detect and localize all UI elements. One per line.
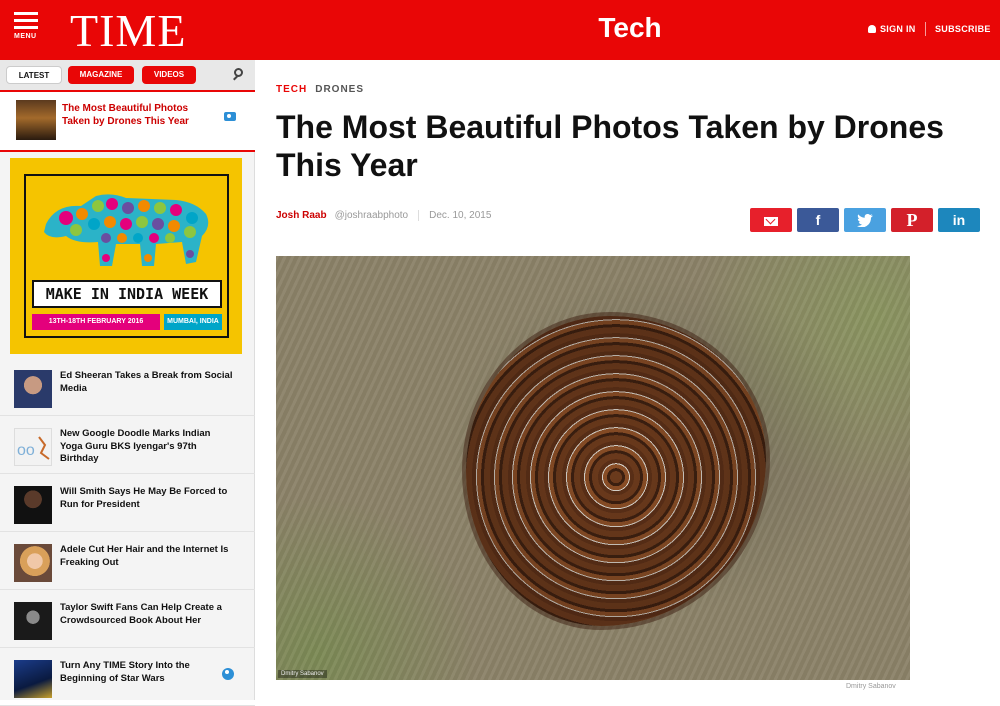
sidebar-item[interactable]: Adele Cut Her Hair and the Internet Is F… xyxy=(0,534,255,590)
share-pinterest-button[interactable]: P xyxy=(891,208,933,232)
header-divider xyxy=(925,22,926,36)
photo-credit: Dmitry Sabanov xyxy=(846,683,896,690)
search-icon[interactable] xyxy=(232,67,246,81)
svg-text:oo: oo xyxy=(17,442,35,459)
pinterest-icon: P xyxy=(906,210,918,230)
kicker-topic[interactable]: DRONES xyxy=(315,84,364,95)
sidebar-item-title: Will Smith Says He May Be Forced to Run … xyxy=(60,486,228,510)
sidebar-tabs: LATEST MAGAZINE VIDEOS xyxy=(0,60,255,90)
sidebar-item-title: Taylor Swift Fans Can Help Create a Crow… xyxy=(60,602,222,626)
share-twitter-button[interactable] xyxy=(844,208,886,232)
article-thumbnail xyxy=(14,370,52,408)
section-title[interactable]: Tech xyxy=(560,12,700,44)
sidebar-item[interactable]: oo New Google Doodle Marks Indian Yoga G… xyxy=(0,418,255,474)
sidebar-item[interactable]: Will Smith Says He May Be Forced to Run … xyxy=(0,476,255,532)
twitter-icon xyxy=(857,213,873,228)
subscribe-link[interactable]: SUBSCRIBE xyxy=(935,24,991,34)
advertisement[interactable]: MAKE IN INDIA WEEK 13TH-18TH FEBRUARY 20… xyxy=(10,158,242,354)
sidebar: LATEST MAGAZINE VIDEOS The Most Beautifu… xyxy=(0,60,255,706)
facebook-icon: f xyxy=(815,212,821,228)
article-thumbnail xyxy=(14,660,52,698)
menu-button[interactable]: MENU xyxy=(14,12,42,48)
tab-latest[interactable]: LATEST xyxy=(6,66,62,84)
article-main: TECH DRONES The Most Beautiful Photos Tak… xyxy=(256,60,1000,700)
sign-in-link[interactable]: SIGN IN xyxy=(868,24,916,34)
article-thumbnail: oo xyxy=(14,428,52,466)
sidebar-item-title: Adele Cut Her Hair and the Internet Is F… xyxy=(60,544,229,568)
kicker-section[interactable]: TECH xyxy=(276,84,307,95)
share-email-button[interactable] xyxy=(750,208,792,232)
ad-dates: 13TH-18TH FEBRUARY 2016 xyxy=(32,314,160,330)
time-logo[interactable]: TIME xyxy=(70,4,186,57)
article-thumbnail xyxy=(14,544,52,582)
share-facebook-button[interactable]: f xyxy=(797,208,839,232)
sidebar-item-title: New Google Doodle Marks Indian Yoga Guru… xyxy=(60,428,211,464)
author-link[interactable]: Josh Raab xyxy=(276,210,327,221)
sidebar-item-title: Turn Any TIME Story Into the Beginning o… xyxy=(60,660,190,684)
tab-magazine[interactable]: MAGAZINE xyxy=(68,66,134,84)
article-thumbnail xyxy=(14,486,52,524)
publish-date: Dec. 10, 2015 xyxy=(418,210,492,221)
sidebar-item-title: The Most Beautiful Photos Taken by Drone… xyxy=(62,103,189,127)
author-handle[interactable]: @joshraabphoto xyxy=(335,210,409,221)
user-icon xyxy=(868,25,876,33)
article-hero-photo: Dmitry Sabanov xyxy=(276,256,910,680)
hamburger-icon xyxy=(14,12,38,15)
ad-title: MAKE IN INDIA WEEK xyxy=(32,280,222,308)
sidebar-item[interactable]: Ed Sheeran Takes a Break from Social Med… xyxy=(0,360,255,416)
ad-city: MUMBAI, INDIA xyxy=(164,314,222,330)
sidebar-item[interactable]: Turn Any TIME Story Into the Beginning o… xyxy=(0,650,255,706)
sidebar-item-active[interactable]: The Most Beautiful Photos Taken by Drone… xyxy=(0,90,255,152)
site-header: MENU TIME Tech SIGN IN SUBSCRIBE xyxy=(0,0,1000,60)
camera-icon xyxy=(224,112,236,121)
article-kicker: TECH DRONES xyxy=(276,84,364,95)
menu-label: MENU xyxy=(14,33,37,40)
herd-of-animals xyxy=(466,316,766,626)
article-thumbnail xyxy=(16,100,56,140)
tab-videos[interactable]: VIDEOS xyxy=(142,66,196,84)
article-thumbnail xyxy=(14,602,52,640)
sidebar-item-title: Ed Sheeran Takes a Break from Social Med… xyxy=(60,370,233,394)
photo-overlay-credit: Dmitry Sabanov xyxy=(278,670,327,678)
lion-logo-icon xyxy=(44,194,209,266)
play-icon xyxy=(222,668,234,680)
sidebar-item[interactable]: Taylor Swift Fans Can Help Create a Crow… xyxy=(0,592,255,648)
linkedin-icon: in xyxy=(952,212,966,228)
byline: Josh Raab @joshraabphoto Dec. 10, 2015 xyxy=(276,210,492,221)
sign-in-label: SIGN IN xyxy=(880,24,916,34)
article-headline: The Most Beautiful Photos Taken by Drone… xyxy=(276,109,944,183)
share-linkedin-button[interactable]: in xyxy=(938,208,980,232)
email-icon xyxy=(764,217,778,226)
